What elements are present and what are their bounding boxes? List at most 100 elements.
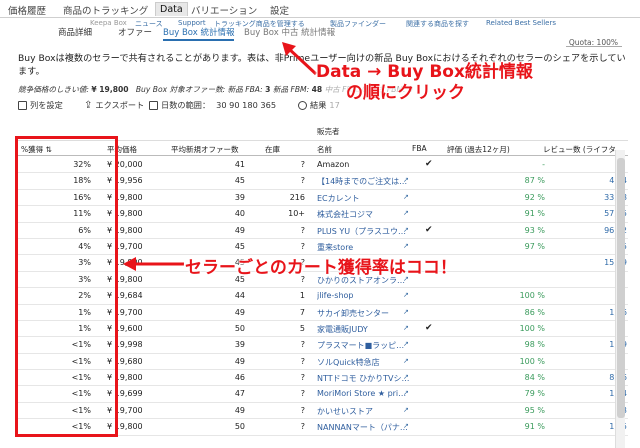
- avg-offers-cell: 46: [234, 373, 245, 383]
- scrollbar-thumb[interactable]: [617, 158, 625, 418]
- offers-label: Buy Box 対象オファー数: 新品 FBA:: [135, 85, 263, 94]
- callout-click-order-line1: Data → Buy Box統計情報: [316, 62, 533, 82]
- tab-data[interactable]: Data: [155, 2, 188, 16]
- col-header-name[interactable]: 名前: [317, 144, 332, 155]
- rating-cell: 97 %: [524, 241, 545, 251]
- avg-offers-cell: 49: [234, 307, 245, 317]
- external-link-icon[interactable]: ↗: [403, 308, 409, 316]
- external-link-icon[interactable]: ↗: [403, 291, 409, 299]
- tab-price-history[interactable]: 価格履歴: [8, 3, 46, 17]
- win-rate-highlight-box: [15, 136, 118, 437]
- seller-name-cell[interactable]: かいせいストア: [317, 406, 411, 417]
- subtab-offers[interactable]: オファー: [118, 26, 152, 38]
- rating-cell: 79 %: [524, 389, 545, 399]
- rating-cell: 100 %: [519, 323, 545, 333]
- seller-name-cell[interactable]: jlife-shop: [317, 291, 411, 300]
- external-link-icon[interactable]: ↗: [403, 357, 409, 365]
- seller-name-cell[interactable]: ECカレント: [317, 193, 411, 204]
- stock-cell: ?: [300, 405, 305, 415]
- stock-cell: 7: [299, 307, 305, 317]
- stock-cell: ?: [300, 389, 305, 399]
- external-link-icon[interactable]: ↗: [403, 324, 409, 332]
- external-link-icon[interactable]: ↗: [403, 226, 409, 234]
- seller-name-cell[interactable]: 家電通販JUDY: [317, 324, 411, 335]
- avg-offers-cell: 50: [234, 323, 245, 333]
- external-link-icon[interactable]: ↗: [403, 193, 409, 201]
- external-link-icon[interactable]: ↗: [403, 209, 409, 217]
- table-scrollbar[interactable]: [615, 150, 625, 448]
- subtab-product-details[interactable]: 商品詳細: [58, 26, 92, 38]
- callout-win-rate: セラーごとのカート獲得率はココ！: [185, 258, 457, 278]
- seller-name-cell[interactable]: 【14時までのご注文は…: [317, 176, 411, 187]
- arrow-to-buybox-tab: [282, 42, 318, 76]
- info-icon: [298, 100, 307, 110]
- seller-name-cell[interactable]: NANNANマート（パナ…: [317, 422, 411, 433]
- fba-check-icon: ✔: [425, 224, 433, 235]
- col-header-avg-offers[interactable]: 平均新規オファー数: [171, 144, 259, 155]
- external-link-icon[interactable]: ↗: [403, 176, 409, 184]
- avg-offers-cell: 40: [234, 209, 245, 219]
- avg-offers-cell: 45: [234, 176, 245, 186]
- date-range-selector[interactable]: 日数の範囲： 30 90 180 365: [149, 99, 276, 111]
- stock-cell: 216: [289, 192, 305, 202]
- external-link-icon[interactable]: ↗: [403, 406, 409, 414]
- new-fbm-label: 新品 FBM:: [272, 85, 310, 94]
- stock-cell: 10+: [288, 209, 305, 219]
- rating-cell: 100 %: [519, 291, 545, 301]
- rating-cell: 100 %: [519, 356, 545, 366]
- seller-group-header: 販売者: [317, 127, 340, 136]
- seller-name-cell[interactable]: プラスマート■ラッピ…: [317, 340, 411, 351]
- rating-cell: 93 %: [524, 225, 545, 235]
- stock-cell: ?: [300, 225, 305, 235]
- col-header-stock[interactable]: 在庫: [265, 144, 280, 155]
- col-header-fba[interactable]: FBA: [412, 144, 427, 153]
- col-header-rating[interactable]: 評価 (過去12ヶ月): [447, 144, 510, 155]
- avg-offers-cell: 47: [234, 389, 245, 399]
- external-link-icon[interactable]: ↗: [403, 389, 409, 397]
- avg-offers-cell: 49: [234, 356, 245, 366]
- seller-name-cell[interactable]: サカイ卸売センター: [317, 308, 411, 319]
- rating-cell: 87 %: [524, 176, 545, 186]
- seller-name-cell[interactable]: ソルQuick特急店: [317, 357, 411, 368]
- callout-click-order: Data → Buy Box統計情報 の順にクリック: [316, 62, 533, 104]
- min-price-label: 競争価格のしきい値:: [18, 85, 89, 94]
- avg-offers-cell: 39: [234, 192, 245, 202]
- seller-name-cell[interactable]: MoriMori Store ★ pri…: [317, 389, 411, 398]
- stock-cell: ?: [300, 373, 305, 383]
- seller-name-cell[interactable]: 重来store: [317, 242, 411, 253]
- export-label: エクスポート: [95, 100, 145, 110]
- external-link-icon[interactable]: ↗: [403, 422, 409, 430]
- callout-click-order-line2: の順にクリック: [346, 83, 465, 103]
- export-icon: ⇪: [84, 99, 93, 111]
- date-range-options[interactable]: 30 90 180 365: [216, 100, 276, 110]
- external-link-icon[interactable]: ↗: [403, 373, 409, 381]
- rating-cell: 92 %: [524, 192, 545, 202]
- columns-button[interactable]: 列を設定: [18, 99, 63, 111]
- stock-cell: ?: [300, 160, 305, 169]
- tab-tracking[interactable]: 商品のトラッキング: [63, 3, 148, 17]
- tab-settings[interactable]: 設定: [270, 3, 289, 17]
- avg-offers-cell: 49: [234, 225, 245, 235]
- seller-name-cell[interactable]: 株式会社コジマ: [317, 209, 411, 220]
- quota-divider: [566, 46, 622, 47]
- stock-cell: ?: [300, 176, 305, 186]
- export-button[interactable]: ⇪ エクスポート: [84, 99, 144, 111]
- avg-offers-cell: 45: [234, 241, 245, 251]
- rating-cell: 95 %: [524, 405, 545, 415]
- external-link-icon[interactable]: ↗: [403, 340, 409, 348]
- avg-offers-cell: 41: [234, 160, 245, 169]
- sub-tab-bar: 商品詳細 オファー Buy Box 統計情報 Buy Box 中古 統計情報: [0, 24, 640, 41]
- stock-cell: ?: [300, 356, 305, 366]
- stock-cell: ?: [300, 422, 305, 432]
- columns-icon: [18, 100, 27, 110]
- subtab-buybox-used-stats[interactable]: Buy Box 中古 統計情報: [244, 26, 335, 38]
- rating-cell: 84 %: [524, 373, 545, 383]
- tab-variations[interactable]: バリエーション: [191, 3, 257, 17]
- calendar-icon: [149, 100, 158, 110]
- external-link-icon[interactable]: ↗: [403, 242, 409, 250]
- stock-cell: ?: [300, 241, 305, 251]
- seller-name-cell[interactable]: NTTドコモ ひかりTVシ…: [317, 373, 411, 384]
- seller-name-cell[interactable]: PLUS YU（プラスユウ…: [317, 226, 411, 237]
- rating-cell: 86 %: [524, 307, 545, 317]
- subtab-buybox-stats[interactable]: Buy Box 統計情報: [163, 26, 235, 41]
